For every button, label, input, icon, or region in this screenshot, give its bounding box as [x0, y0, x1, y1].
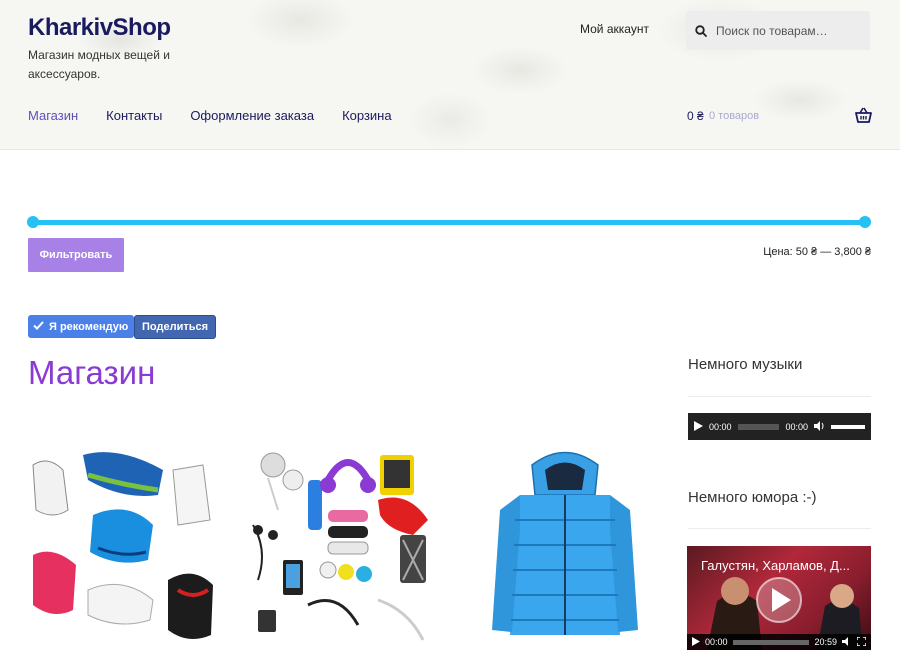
music-widget-title: Немного музыки: [688, 356, 803, 373]
main-nav: Магазин Контакты Оформление заказа Корзи…: [28, 108, 420, 123]
video-title[interactable]: Галустян, Харламов, Д...: [701, 558, 850, 573]
volume-icon[interactable]: [814, 418, 825, 436]
page-title: Магазин: [28, 354, 156, 391]
play-icon[interactable]: [694, 418, 703, 436]
site-title[interactable]: KharkivShop: [28, 14, 171, 42]
search-box[interactable]: [686, 11, 870, 50]
recommend-label: Я рекомендую: [49, 320, 129, 333]
nav-item-shop[interactable]: Магазин: [28, 108, 78, 123]
nav-item-contacts[interactable]: Контакты: [106, 108, 162, 123]
video-play-icon[interactable]: [692, 633, 700, 650]
price-slider-min-handle[interactable]: [27, 216, 39, 228]
filter-button[interactable]: Фильтровать: [28, 238, 124, 272]
fullscreen-icon[interactable]: [856, 633, 867, 650]
recommend-button[interactable]: Я рекомендую: [28, 315, 135, 338]
video-volume-icon[interactable]: [842, 633, 852, 650]
checkmark-icon: [33, 320, 44, 333]
price-range-label: Цена: 50 ₴ — 3,800 ₴: [763, 246, 871, 258]
audio-player[interactable]: 00:00 00:00: [688, 413, 871, 440]
product-image-gadgets[interactable]: [248, 440, 438, 650]
video-player[interactable]: Галустян, Харламов, Д... 00:00 20:59: [687, 546, 871, 650]
volume-slider[interactable]: [831, 424, 865, 429]
widget-divider: [688, 396, 871, 397]
site-header: KharkivShop Магазин модных вещей и аксес…: [0, 0, 900, 150]
product-image-sneakers[interactable]: [28, 440, 218, 650]
cart-count[interactable]: 0 товаров: [709, 110, 759, 122]
cart-basket-icon[interactable]: [855, 107, 872, 123]
price-slider-track[interactable]: [33, 220, 865, 225]
search-icon: [686, 11, 716, 50]
price-slider-max-handle[interactable]: [859, 216, 871, 228]
search-input[interactable]: [716, 23, 864, 38]
video-current-time: 00:00: [705, 637, 728, 647]
widget-divider: [688, 528, 871, 529]
video-total-time: 20:59: [814, 637, 837, 647]
audio-total-time: 00:00: [785, 421, 808, 432]
video-controls: 00:00 20:59: [687, 634, 871, 650]
audio-current-time: 00:00: [709, 421, 732, 432]
nav-item-cart[interactable]: Корзина: [342, 108, 392, 123]
share-button[interactable]: Поделиться: [134, 315, 217, 339]
video-progress-bar[interactable]: [732, 639, 810, 645]
cart-total[interactable]: 0 ₴: [687, 109, 704, 123]
nav-item-checkout[interactable]: Оформление заказа: [190, 108, 314, 123]
humor-widget-title: Немного юмора :-): [688, 489, 817, 506]
account-link[interactable]: Мой аккаунт: [580, 22, 649, 36]
product-image-jacket[interactable]: [470, 440, 660, 650]
audio-progress-bar[interactable]: [737, 423, 780, 430]
site-description: Магазин модных вещей и аксессуаров.: [28, 48, 170, 81]
